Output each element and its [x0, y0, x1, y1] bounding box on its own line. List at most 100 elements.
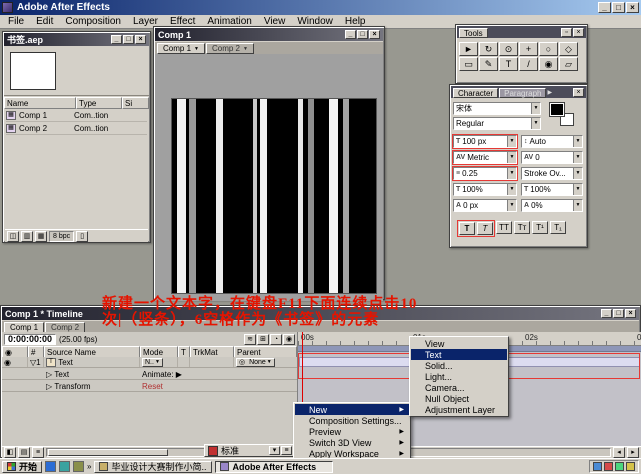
- project-minimize-button[interactable]: _: [111, 35, 122, 44]
- superscript-button[interactable]: T¹: [532, 221, 548, 234]
- comp-close-button[interactable]: ×: [369, 30, 380, 39]
- mask-tool-button[interactable]: ▭: [459, 57, 478, 71]
- panel-menu-arrow-icon[interactable]: ▶: [547, 89, 552, 96]
- interpret-footage-icon[interactable]: ◫: [7, 231, 19, 242]
- quicklaunch-icon-3[interactable]: [73, 461, 84, 472]
- comp-tab-2[interactable]: Comp 2▼: [206, 43, 254, 54]
- tools-header[interactable]: Tools ▫ ×: [457, 26, 586, 38]
- timeline-close-button[interactable]: ×: [625, 309, 636, 318]
- menu-composition[interactable]: Composition: [59, 16, 127, 27]
- zoom-tool-button[interactable]: ○: [539, 42, 558, 56]
- timeline-minimize-button[interactable]: _: [601, 309, 612, 318]
- kerning-field[interactable]: AV Metric ▼: [453, 151, 517, 164]
- stroke-style-select[interactable]: Stroke Ov... ▼: [521, 167, 583, 180]
- expand-layers-icon[interactable]: ◧: [4, 447, 16, 458]
- pen-tool-button[interactable]: ✎: [479, 57, 498, 71]
- font-size-field[interactable]: T 100 px ▼: [453, 135, 517, 148]
- parent-select[interactable]: ◎ None▼: [236, 358, 275, 367]
- prop-row-transform-group[interactable]: ▷ Transform Reset: [2, 381, 297, 392]
- comp-maximize-button[interactable]: □: [357, 30, 368, 39]
- comp-minimize-button[interactable]: _: [345, 30, 356, 39]
- project-row-comp1[interactable]: ▦ Comp 1 Com..tion: [6, 110, 147, 122]
- layer-row-text[interactable]: ◉ ▽1 T Text N..▼ ◎ None▼: [2, 357, 297, 368]
- chevron-down-icon[interactable]: ▼: [573, 184, 582, 195]
- ime-options-icon[interactable]: ▾: [269, 446, 280, 455]
- text-tool-button[interactable]: T: [499, 57, 518, 71]
- font-style-select[interactable]: Regular ▼: [453, 117, 541, 130]
- tools-collapse-button[interactable]: ▫: [561, 28, 572, 37]
- rotation-tool-button[interactable]: ↻: [479, 42, 498, 56]
- tab-paragraph[interactable]: Paragraph: [499, 88, 546, 98]
- close-button[interactable]: ×: [626, 2, 639, 13]
- column-type[interactable]: Type: [76, 97, 122, 109]
- reset-link[interactable]: Reset: [142, 382, 163, 391]
- menu-edit[interactable]: Edit: [30, 16, 59, 27]
- submenu-item-solid[interactable]: Solid...: [411, 360, 507, 371]
- scrollbar-thumb[interactable]: [48, 449, 168, 456]
- project-titlebar[interactable]: 书签.aep _ □ ×: [4, 33, 149, 46]
- project-row-comp2[interactable]: ▦ Comp 2 Com..tion: [6, 123, 147, 135]
- leading-field[interactable]: ↕ Auto ▼: [521, 135, 583, 148]
- tsume-field[interactable]: A 0% ▼: [521, 199, 583, 212]
- submenu-item-null-object[interactable]: Null Object: [411, 393, 507, 404]
- eraser-tool-button[interactable]: ▱: [559, 57, 578, 71]
- chevron-down-icon[interactable]: ▼: [507, 200, 516, 211]
- faux-italic-button[interactable]: T: [477, 222, 493, 235]
- zoom-out-icon[interactable]: ◂: [613, 447, 625, 458]
- menu-file[interactable]: File: [2, 16, 30, 27]
- column-name[interactable]: Name: [4, 97, 76, 109]
- chevron-down-icon[interactable]: ▼: [573, 136, 582, 147]
- prop-row-text-group[interactable]: ▷ Text Animate: ▶: [2, 369, 297, 380]
- menu-item-composition-settings[interactable]: Composition Settings...: [295, 415, 409, 426]
- faux-bold-button[interactable]: T: [459, 222, 475, 235]
- eye-icon[interactable]: ◉: [4, 358, 11, 367]
- new-composition-icon[interactable]: ▦: [35, 231, 47, 242]
- stroke-width-field[interactable]: ≡ 0.25 ▼: [453, 167, 517, 180]
- chevron-down-icon[interactable]: ▼: [573, 152, 582, 163]
- tracking-field[interactable]: AV 0 ▼: [521, 151, 583, 164]
- all-caps-button[interactable]: TT: [496, 221, 512, 234]
- comp-titlebar[interactable]: Comp 1 _ □ ×: [155, 28, 383, 41]
- ime-handle-icon[interactable]: ≡: [281, 446, 292, 455]
- chevron-down-icon[interactable]: ▼: [573, 200, 582, 211]
- chevron-down-icon[interactable]: ▼: [507, 184, 516, 195]
- comp-tab-1[interactable]: Comp 1▼: [157, 43, 205, 54]
- task-button-after-effects[interactable]: Adobe After Effects: [215, 461, 333, 473]
- comp-family-icon[interactable]: ≋: [244, 334, 256, 345]
- tools-close-button[interactable]: ×: [573, 28, 584, 37]
- fill-color-swatch[interactable]: [550, 103, 564, 116]
- maximize-button[interactable]: □: [612, 2, 625, 13]
- project-maximize-button[interactable]: □: [123, 35, 134, 44]
- menu-item-switch-3d-view[interactable]: Switch 3D View▶: [295, 437, 409, 448]
- expander-icon[interactable]: ▷: [46, 382, 52, 391]
- orbit-camera-tool-button[interactable]: ⊙: [499, 42, 518, 56]
- expand-modes-icon[interactable]: ▤: [18, 447, 30, 458]
- quicklaunch-expand-icon[interactable]: »: [87, 462, 91, 471]
- animate-menu-button[interactable]: Animate: ▶: [142, 370, 182, 379]
- chevron-down-icon[interactable]: ▼: [573, 168, 582, 179]
- submenu-item-light[interactable]: Light...: [411, 371, 507, 382]
- task-button-1[interactable]: 毕业设计大赛制作小简..: [94, 461, 212, 473]
- graph-toggle-icon[interactable]: ≡: [32, 447, 44, 458]
- eye-icon[interactable]: ◉: [5, 348, 12, 357]
- tray-icon-1[interactable]: [593, 462, 602, 471]
- menu-item-new[interactable]: New▶: [295, 404, 409, 415]
- brush-tool-button[interactable]: /: [519, 57, 538, 71]
- pan-behind-tool-button[interactable]: ◇: [559, 42, 578, 56]
- zoom-in-icon[interactable]: ▸: [627, 447, 639, 458]
- minimize-button[interactable]: _: [598, 2, 611, 13]
- baseline-shift-field[interactable]: A 0 px ▼: [453, 199, 517, 212]
- chevron-down-icon[interactable]: ▼: [507, 168, 516, 179]
- project-close-button[interactable]: ×: [135, 35, 146, 44]
- quicklaunch-icon-1[interactable]: [45, 461, 56, 472]
- clone-stamp-tool-button[interactable]: ◉: [539, 57, 558, 71]
- tools-tab[interactable]: Tools: [459, 28, 488, 38]
- ime-language-bar[interactable]: 标准 ▾ ≡: [204, 444, 296, 457]
- color-depth-label[interactable]: 8 bpc: [49, 231, 74, 242]
- new-folder-icon[interactable]: ▥: [21, 231, 33, 242]
- tray-icon-4[interactable]: [626, 462, 635, 471]
- subscript-button[interactable]: T₁: [550, 221, 566, 234]
- comp-viewport[interactable]: [171, 98, 377, 294]
- timeline-maximize-button[interactable]: □: [613, 309, 624, 318]
- submenu-item-adjustment-layer[interactable]: Adjustment Layer: [411, 404, 507, 415]
